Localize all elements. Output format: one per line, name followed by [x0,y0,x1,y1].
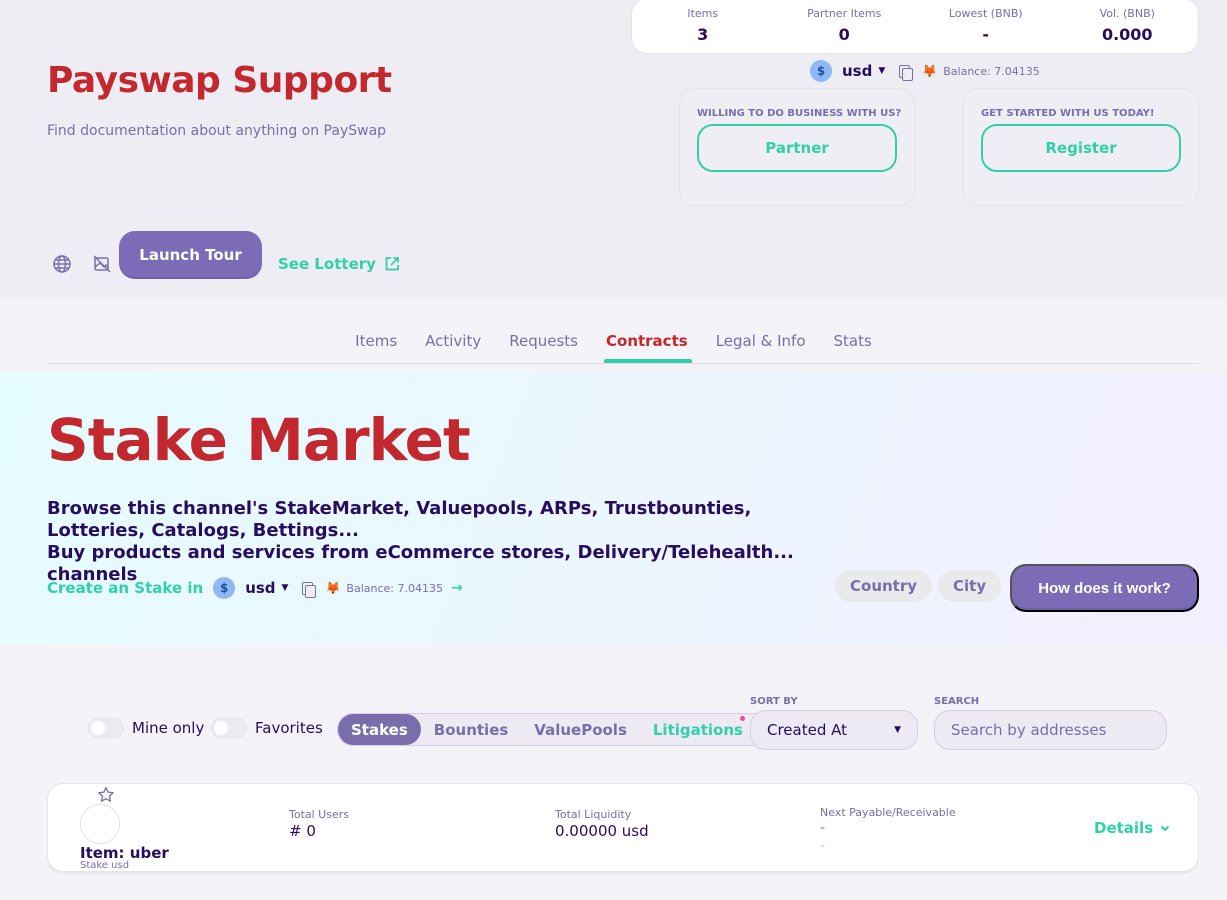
total-users-value: # 0 [289,822,316,840]
mine-only-label: Mine only [132,719,205,737]
page-title: Payswap Support [47,60,392,101]
header-toolbar: Launch Tour See Lottery [52,231,400,279]
tab-requests[interactable]: Requests [509,332,578,363]
favorites-label: Favorites [255,719,323,737]
search-label: SEARCH [934,696,980,707]
tab-activity[interactable]: Activity [425,332,481,363]
arrow-right-icon[interactable]: → [451,580,463,596]
segment-valuepools[interactable]: ValuePools [521,714,640,745]
copy-icon[interactable] [302,581,317,598]
tab-contracts[interactable]: Contracts [604,332,692,363]
sort-by-select[interactable]: Created At ▼ [750,710,918,750]
balance-text: Balance: 7.04135 [943,64,1040,78]
caret-down-icon[interactable]: ▼ [282,583,289,593]
nft-image-icon[interactable] [92,254,112,274]
city-button[interactable]: City [938,570,1002,602]
usd-coin-icon: $ [213,577,236,599]
stake-row[interactable]: Item: uber Stake usd Total Users # 0 Tot… [47,783,1199,872]
details-label: Details [1094,819,1154,837]
next-payable-label: Next Payable/Receivable [820,806,956,819]
hero-title: Stake Market [47,406,471,474]
register-card-label: GET STARTED WITH US TODAY! [981,108,1155,119]
total-liquidity-value: 0.00000 usd [555,822,649,840]
favorite-star-icon[interactable] [96,785,116,805]
total-liquidity-label: Total Liquidity [555,808,632,821]
total-users-cell: Total Users # 0 [289,808,349,840]
tab-legal-info[interactable]: Legal & Info [716,332,806,363]
create-stake-label[interactable]: Create an Stake in [47,579,203,597]
copy-icon[interactable] [899,64,914,81]
stat-volume: Vol. (BNB) 0.000 [1057,0,1199,53]
details-button[interactable]: Details [1094,819,1171,837]
header-section: Payswap Support Find documentation about… [0,0,1227,297]
partner-card-label: WILLING TO DO BUSINESS WITH US? [697,108,902,119]
partner-card: WILLING TO DO BUSINESS WITH US? Partner [679,88,915,206]
litigations-label: Litigations [652,720,743,739]
favorites-toggle-group: Favorites [211,718,323,738]
hero-description: Browse this channel's StakeMarket, Value… [47,498,837,586]
sort-by-value: Created At [767,721,848,739]
stat-label: Items [687,7,719,20]
external-link-icon [385,257,399,271]
metamask-fox-icon: 🦊 [325,581,341,595]
stat-label: Lowest (BNB) [948,7,1023,20]
usd-coin-icon: $ [810,60,832,82]
create-stake-link[interactable]: Create an Stake in $ usd ▼ 🦊 Balance: 7.… [47,576,463,600]
globe-icon[interactable] [52,254,72,274]
notification-dot [740,716,745,721]
page-subtitle: Find documentation about anything on Pay… [47,123,387,139]
sort-by-label: SORT BY [750,696,798,707]
metamask-fox-icon: 🦊 [922,64,938,78]
stat-partner-items: Partner Items 0 [774,0,916,53]
stats-box: Items 3 Partner Items 0 Lowest (BNB) - V… [631,0,1199,54]
stat-lowest: Lowest (BNB) - [915,0,1057,53]
caret-down-icon: ▼ [894,725,901,735]
item-avatar [80,804,120,844]
caret-down-icon[interactable]: ▼ [878,66,885,76]
stat-label: Vol. (BNB) [1099,7,1155,20]
stat-value: 0.000 [1101,25,1153,44]
next-payable-value: - [820,820,826,836]
tabs-section: Items Activity Requests Contracts Legal … [0,297,1227,372]
segment-bounties[interactable]: Bounties [421,714,522,745]
tab-stats[interactable]: Stats [834,332,872,363]
next-receivable-value: - [820,838,826,854]
balance-text: Balance: 7.04135 [346,581,443,595]
search-input[interactable] [934,710,1167,750]
currency-code[interactable]: usd [245,579,275,597]
stat-value: - [982,25,990,44]
register-button[interactable]: Register [981,124,1181,172]
partner-button[interactable]: Partner [697,124,897,172]
currency-code[interactable]: usd [842,62,872,80]
mine-only-toggle[interactable] [88,718,124,738]
next-payable-cell: Next Payable/Receivable - - [820,806,956,855]
mine-only-toggle-group: Mine only [88,718,204,738]
see-lottery-label: See Lottery [278,255,376,273]
chevron-down-icon [1160,825,1170,832]
item-subtitle: Stake usd [80,860,130,871]
stat-value: 3 [697,25,709,44]
total-liquidity-cell: Total Liquidity 0.00000 usd [555,808,649,840]
filter-controls: Mine only Favorites Stakes Bounties Valu… [0,690,1227,750]
stat-items: Items 3 [632,0,774,53]
country-button[interactable]: Country [835,570,933,602]
tabs-divider [47,363,1199,364]
hero-desc-line-1: Browse this channel's StakeMarket, Value… [47,498,752,541]
stat-label: Partner Items [807,7,882,20]
contract-type-selector: Stakes Bounties ValuePools Litigations [337,713,781,746]
tab-bar: Items Activity Requests Contracts Legal … [0,332,1227,363]
total-users-label: Total Users [289,808,349,821]
launch-tour-button[interactable]: Launch Tour [119,231,262,279]
see-lottery-link[interactable]: See Lottery [278,255,400,273]
favorites-toggle[interactable] [211,718,247,738]
stake-market-hero: Stake Market Browse this channel's Stake… [0,372,1227,644]
currency-selector[interactable]: $ usd ▼ 🦊 Balance: 7.04135 [810,59,1040,83]
register-card: GET STARTED WITH US TODAY! Register [963,88,1199,206]
tab-items[interactable]: Items [355,332,397,363]
segment-stakes[interactable]: Stakes [338,714,421,745]
how-does-it-work-button[interactable]: How does it work? [1010,564,1199,612]
stat-value: 0 [838,25,850,44]
